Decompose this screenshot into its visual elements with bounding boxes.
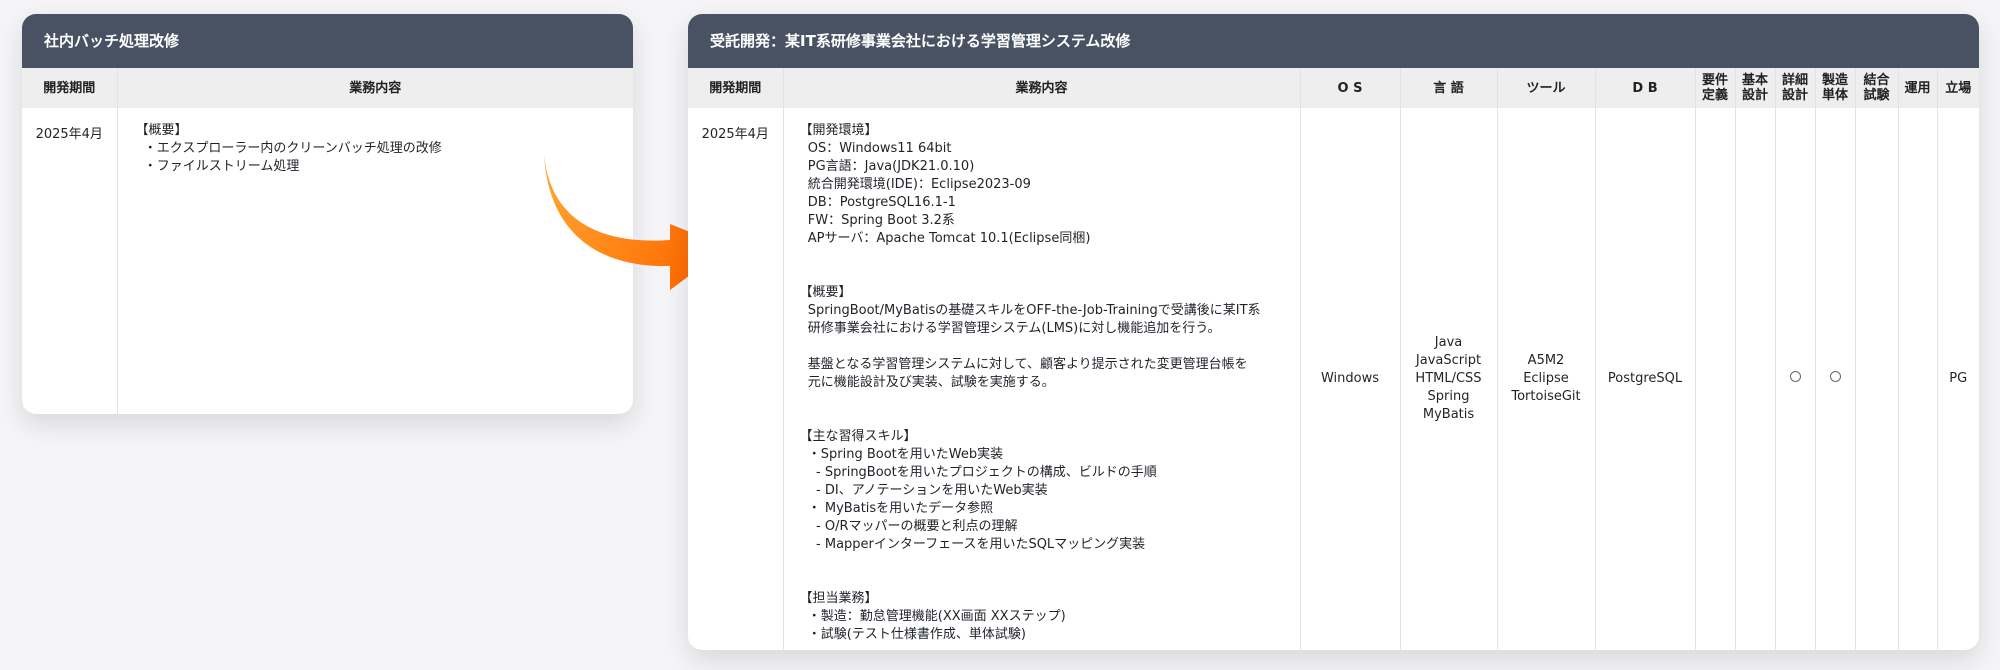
right-card-title: 受託開発：某IT系研修事業会社における学習管理システム改修: [688, 14, 1979, 68]
header-integration-test: 結合 試験: [1855, 68, 1899, 108]
language-item: JavaScript: [1415, 353, 1482, 368]
language-item: MyBatis: [1422, 407, 1475, 422]
right-project-table: 開発期間 業務内容 O S 言 語 ツール D B 要件 定義 基本 設計 詳細 設計…: [688, 68, 1979, 650]
header-period: 開発期間: [688, 68, 784, 108]
right-project-card: 受託開発：某IT系研修事業会社における学習管理システム改修 開発期間 業務内容 …: [688, 14, 1979, 650]
period-cell: 2025年4月: [22, 108, 118, 414]
table-row: 2025年4月 【開発環境】 OS：Windows11 64bit PG言語：J…: [688, 108, 1979, 650]
header-period: 開発期間: [22, 68, 118, 108]
language-item: HTML/CSS: [1415, 371, 1482, 386]
header-operation: 運用: [1898, 68, 1938, 108]
language-cell: Java JavaScript HTML/CSS Spring MyBatis: [1400, 108, 1498, 650]
language-item: Java: [1434, 335, 1463, 350]
circle-mark-icon: [1829, 371, 1841, 382]
content-cell: 【開発環境】 OS：Windows11 64bit PG言語：Java(JDK2…: [783, 108, 1301, 650]
phase-integration-test-cell: [1855, 108, 1899, 650]
role-cell: PG: [1949, 371, 1968, 386]
phase-unit-impl-cell: [1815, 108, 1856, 650]
phase-requirements-cell: [1695, 108, 1736, 650]
header-content: 業務内容: [783, 68, 1301, 108]
header-content: 業務内容: [117, 68, 633, 108]
phase-operation-cell: [1898, 108, 1938, 650]
header-role: 立場: [1937, 68, 1979, 108]
left-card-title: 社内バッチ処理改修: [22, 14, 633, 68]
period-cell: 2025年4月: [688, 108, 784, 650]
language-item: Spring: [1427, 389, 1470, 404]
circle-mark-icon: [1789, 371, 1801, 382]
phase-basic-design-cell: [1735, 108, 1776, 650]
tool-item: A5M2: [1527, 353, 1565, 368]
header-language: 言 語: [1400, 68, 1498, 108]
phase-detail-design-cell: [1775, 108, 1816, 650]
db-cell: PostgreSQL: [1595, 108, 1696, 650]
tool-item: Eclipse: [1523, 371, 1569, 386]
tool-cell: A5M2 Eclipse TortoiseGit: [1497, 108, 1596, 650]
header-unit-impl: 製造 単体: [1815, 68, 1856, 108]
header-db: D B: [1595, 68, 1696, 108]
header-detail-design: 詳細 設計: [1775, 68, 1816, 108]
os-cell: Windows: [1300, 108, 1401, 650]
header-requirements: 要件 定義: [1695, 68, 1736, 108]
header-os: O S: [1300, 68, 1401, 108]
header-tool: ツール: [1497, 68, 1596, 108]
header-basic-design: 基本 設計: [1735, 68, 1776, 108]
tool-item: TortoiseGit: [1511, 389, 1581, 404]
